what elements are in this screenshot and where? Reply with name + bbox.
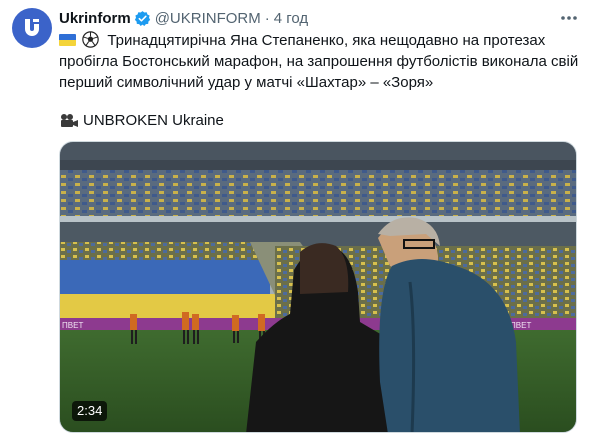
logo-icon [25,19,39,36]
tweet-header: Ukrinform @UKRINFORM · 4 год [59,8,308,28]
more-icon [561,16,577,20]
account-handle[interactable]: @UKRINFORM [155,10,261,27]
video-camera-icon [61,113,78,127]
tweet-text: Тринадцятирічна Яна Степаненко, яка нещо… [59,30,584,93]
tweet[interactable]: Ukrinform @UKRINFORM · 4 год Тринадцятир… [0,0,594,440]
separator-dot: · [264,9,270,27]
tweet-body: Тринадцятирічна Яна Степаненко, яка нещо… [59,32,579,91]
stadium-banner: ΠBET [62,321,83,330]
video-thumbnail: ΠBET ΠBET [60,142,576,432]
credit-text: UNBROKEN Ukraine [83,112,224,129]
ukraine-flag-icon [59,34,76,46]
avatar[interactable] [12,8,52,48]
account-name[interactable]: Ukrinform [59,10,131,27]
video-duration: 2:34 [72,401,108,421]
video-player[interactable]: ΠBET ΠBET 2:34 [59,141,577,433]
more-button[interactable] [556,8,582,28]
soccer-ball-icon [82,31,99,48]
verified-badge-icon [134,10,150,26]
tweet-credit: UNBROKEN Ukraine [59,110,224,131]
tweet-time[interactable]: 4 год [274,10,308,27]
